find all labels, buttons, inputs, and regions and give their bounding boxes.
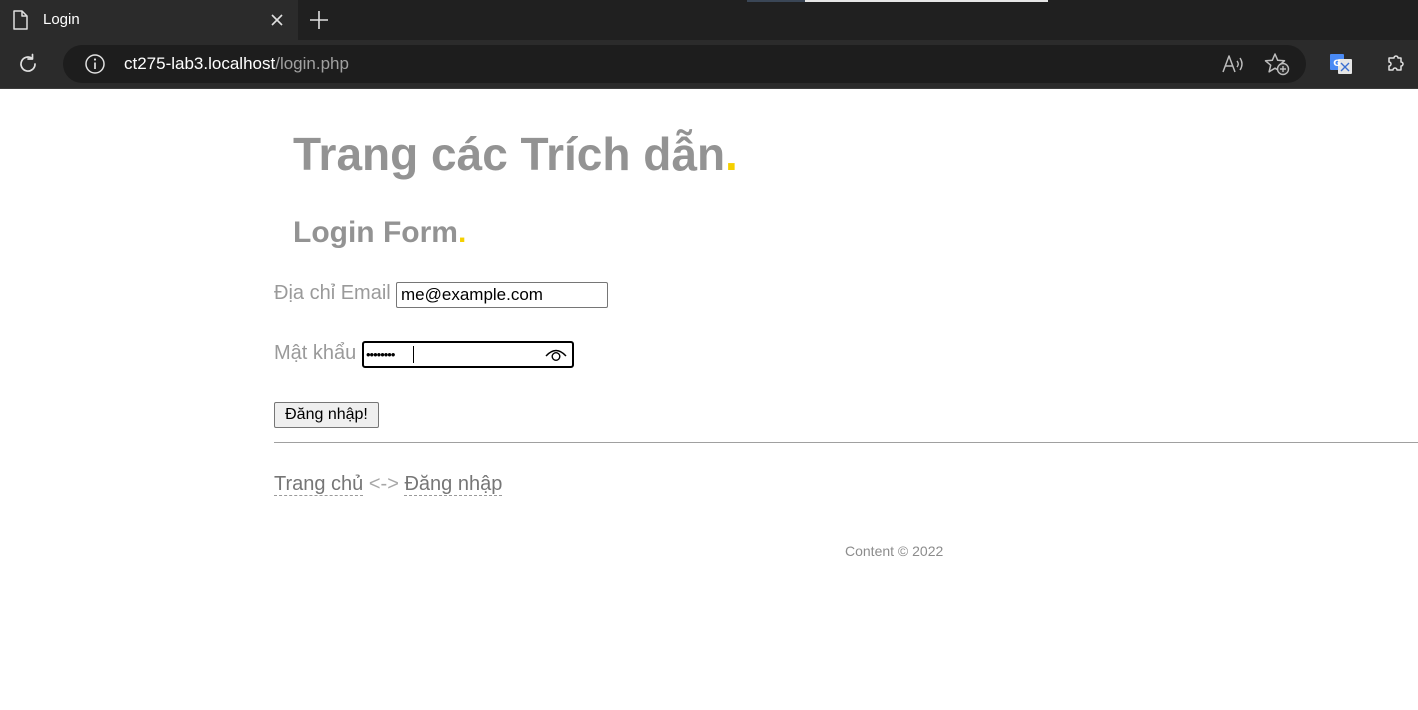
- nav-separator: <->: [368, 473, 399, 495]
- copyright-footer: Content © 2022: [845, 543, 944, 559]
- email-label: Địa chỉ Email: [274, 282, 391, 304]
- browser-toolbar: ct275-lab3.localhost/login.php G: [0, 40, 1418, 89]
- tab-login[interactable]: Login: [0, 0, 298, 40]
- extensions-icon[interactable]: [1384, 52, 1408, 76]
- new-tab-icon[interactable]: [308, 9, 330, 31]
- footer-nav: Trang chủ <-> Đăng nhập: [274, 473, 503, 496]
- divider: [274, 442, 1418, 443]
- nav-link-home[interactable]: Trang chủ: [274, 473, 364, 496]
- close-icon[interactable]: [268, 11, 286, 29]
- form-title: Login Form.: [293, 216, 466, 250]
- tab-strip-indicator-dark: [747, 0, 805, 2]
- browser-tab-strip: Login: [0, 0, 1418, 40]
- read-aloud-icon[interactable]: [1221, 53, 1245, 75]
- address-bar[interactable]: ct275-lab3.localhost/login.php: [63, 45, 1306, 83]
- nav-link-login[interactable]: Đăng nhập: [404, 473, 503, 496]
- site-info-icon[interactable]: [84, 53, 106, 75]
- login-submit-button[interactable]: Đăng nhập!: [274, 402, 379, 428]
- reveal-password-eye-icon[interactable]: [544, 346, 568, 363]
- translate-icon[interactable]: G: [1329, 52, 1353, 76]
- url-path: /login.php: [275, 54, 349, 73]
- tab-title: Login: [43, 11, 80, 28]
- reload-icon[interactable]: [16, 52, 40, 76]
- site-title: Trang các Trích dẫn.: [293, 127, 738, 181]
- text-caret: [413, 346, 414, 363]
- form-title-dot: .: [457, 216, 467, 249]
- site-title-dot: .: [725, 128, 738, 180]
- document-icon: [13, 10, 28, 30]
- password-field[interactable]: [364, 343, 538, 366]
- site-title-text: Trang các Trích dẫn: [293, 128, 726, 180]
- svg-text:G: G: [1333, 59, 1340, 69]
- password-label: Mật khẩu: [274, 342, 357, 364]
- url-text[interactable]: ct275-lab3.localhost/login.php: [124, 54, 349, 74]
- form-title-text: Login Form: [293, 216, 458, 249]
- page-content: Trang các Trích dẫn. Login Form. Địa chỉ…: [0, 89, 1418, 710]
- url-host: ct275-lab3.localhost: [124, 54, 276, 73]
- password-field-box[interactable]: [362, 341, 574, 368]
- email-field[interactable]: [396, 282, 608, 308]
- add-favorite-icon[interactable]: [1264, 52, 1290, 76]
